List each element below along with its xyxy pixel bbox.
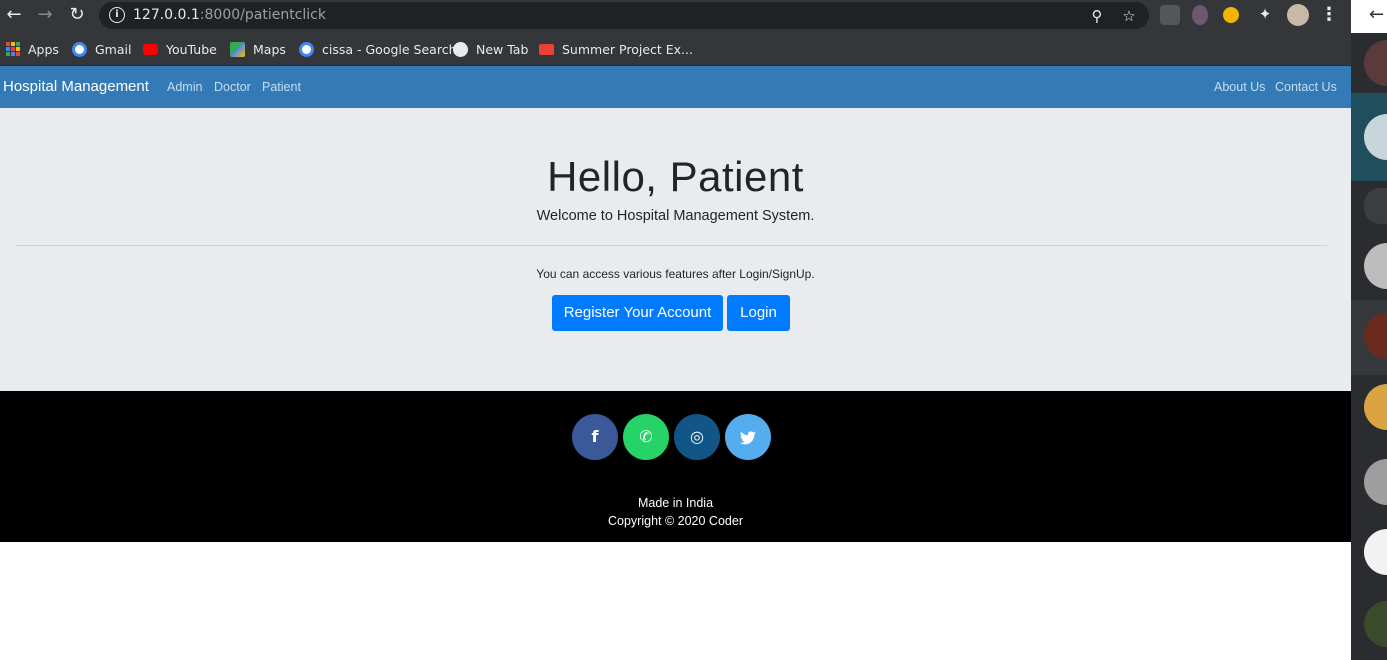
twitter-bird-icon [740,430,756,444]
youtube-icon [143,43,158,55]
extension-icon[interactable] [1160,5,1180,25]
made-in-text: Made in India [637,496,714,510]
group-avatar[interactable] [1364,243,1387,289]
bookmark-apps[interactable]: Apps [6,40,59,58]
url-host: 127.0.0.1 [133,7,200,23]
bookmark-label: Gmail [95,41,132,57]
avatar[interactable] [1364,601,1387,647]
bookmarks-bar: Apps Gmail YouTube Maps cissa - Google S… [0,31,1351,66]
app-root: ← → ↻ i 127.0.0.1:8000/patientclick ⚲ ☆ … [0,0,1387,660]
site-info-icon[interactable]: i [109,7,125,23]
avatar[interactable] [1364,529,1387,575]
whatsapp-icon[interactable]: ✆ [623,414,669,460]
bookmark-label: Summer Project Ex... [562,41,693,57]
copyright-text: Copyright © 2020 Coder [608,514,743,528]
browser-menu-icon[interactable]: ⋮ [1320,4,1338,26]
forward-arrow-icon[interactable]: → [34,4,56,26]
reload-icon[interactable]: ↻ [66,4,88,26]
address-bar[interactable]: i 127.0.0.1:8000/patientclick ⚲ ☆ [99,2,1149,29]
bookmark-label: YouTube [166,41,217,57]
register-button[interactable]: Register Your Account [552,295,723,331]
nav-link-patient[interactable]: Patient [262,80,301,94]
bookmark-label: Maps [253,41,286,57]
nav-link-admin[interactable]: Admin [167,80,202,94]
bookmark-label: New Tab [476,41,529,57]
bookmark-label: Apps [28,41,59,57]
navbar-brand[interactable]: Hospital Management [3,78,149,95]
zoom-icon[interactable]: ⚲ [1087,6,1107,26]
facebook-icon[interactable]: f [572,414,618,460]
page-subtitle: Welcome to Hospital Management System. [536,208,815,224]
bookmark-google-search[interactable]: cissa - Google Search [299,40,457,58]
side-panel-back-icon[interactable]: ← [1351,0,1387,33]
jumbotron: Hello, Patient Welcome to Hospital Manag… [0,108,1351,391]
globe-icon [453,41,468,57]
avatar[interactable] [1364,40,1387,86]
gmail-icon [539,43,554,55]
nav-link-about-us[interactable]: About Us [1214,80,1265,94]
avatar[interactable] [1364,384,1387,430]
login-button[interactable]: Login [727,295,790,331]
side-search-field[interactable] [1364,188,1387,224]
page-title: Hello, Patient [547,153,804,200]
apps-grid-icon [6,42,20,56]
bookmark-summer-project[interactable]: Summer Project Ex... [539,40,693,58]
side-panel: ← [1351,0,1387,660]
nav-link-contact-us[interactable]: Contact Us [1275,80,1337,94]
bookmark-youtube[interactable]: YouTube [143,40,217,58]
browser-toolbar: ← → ↻ i 127.0.0.1:8000/patientclick ⚲ ☆ … [0,0,1351,31]
profile-avatar[interactable] [1287,4,1309,26]
instagram-icon[interactable]: ◎ [674,414,720,460]
bookmark-star-icon[interactable]: ☆ [1119,6,1139,26]
footer: f ✆ ◎ Made in India Copyright © 2020 Cod… [0,391,1351,542]
google-icon [299,41,314,57]
twitter-icon[interactable] [725,414,771,460]
divider [15,245,1327,246]
extension-icon[interactable] [1223,7,1239,23]
bookmark-gmail[interactable]: Gmail [72,40,131,58]
access-note: You can access various features after Lo… [536,267,815,281]
url-text[interactable]: 127.0.0.1:8000/patientclick [133,7,326,23]
back-arrow-icon[interactable]: ← [3,4,25,26]
maps-icon [230,41,245,57]
nav-link-doctor[interactable]: Doctor [214,80,251,94]
site-navbar: Hospital Management Admin Doctor Patient… [0,66,1351,108]
avatar[interactable] [1364,459,1387,505]
bookmark-label: cissa - Google Search [322,41,457,57]
google-icon [72,41,87,57]
extensions-puzzle-icon[interactable]: ✦ [1255,4,1275,24]
url-path: :8000/patientclick [199,7,326,23]
bookmark-maps[interactable]: Maps [230,40,286,58]
extension-icon[interactable] [1192,5,1208,25]
bookmark-new-tab[interactable]: New Tab [453,40,528,58]
